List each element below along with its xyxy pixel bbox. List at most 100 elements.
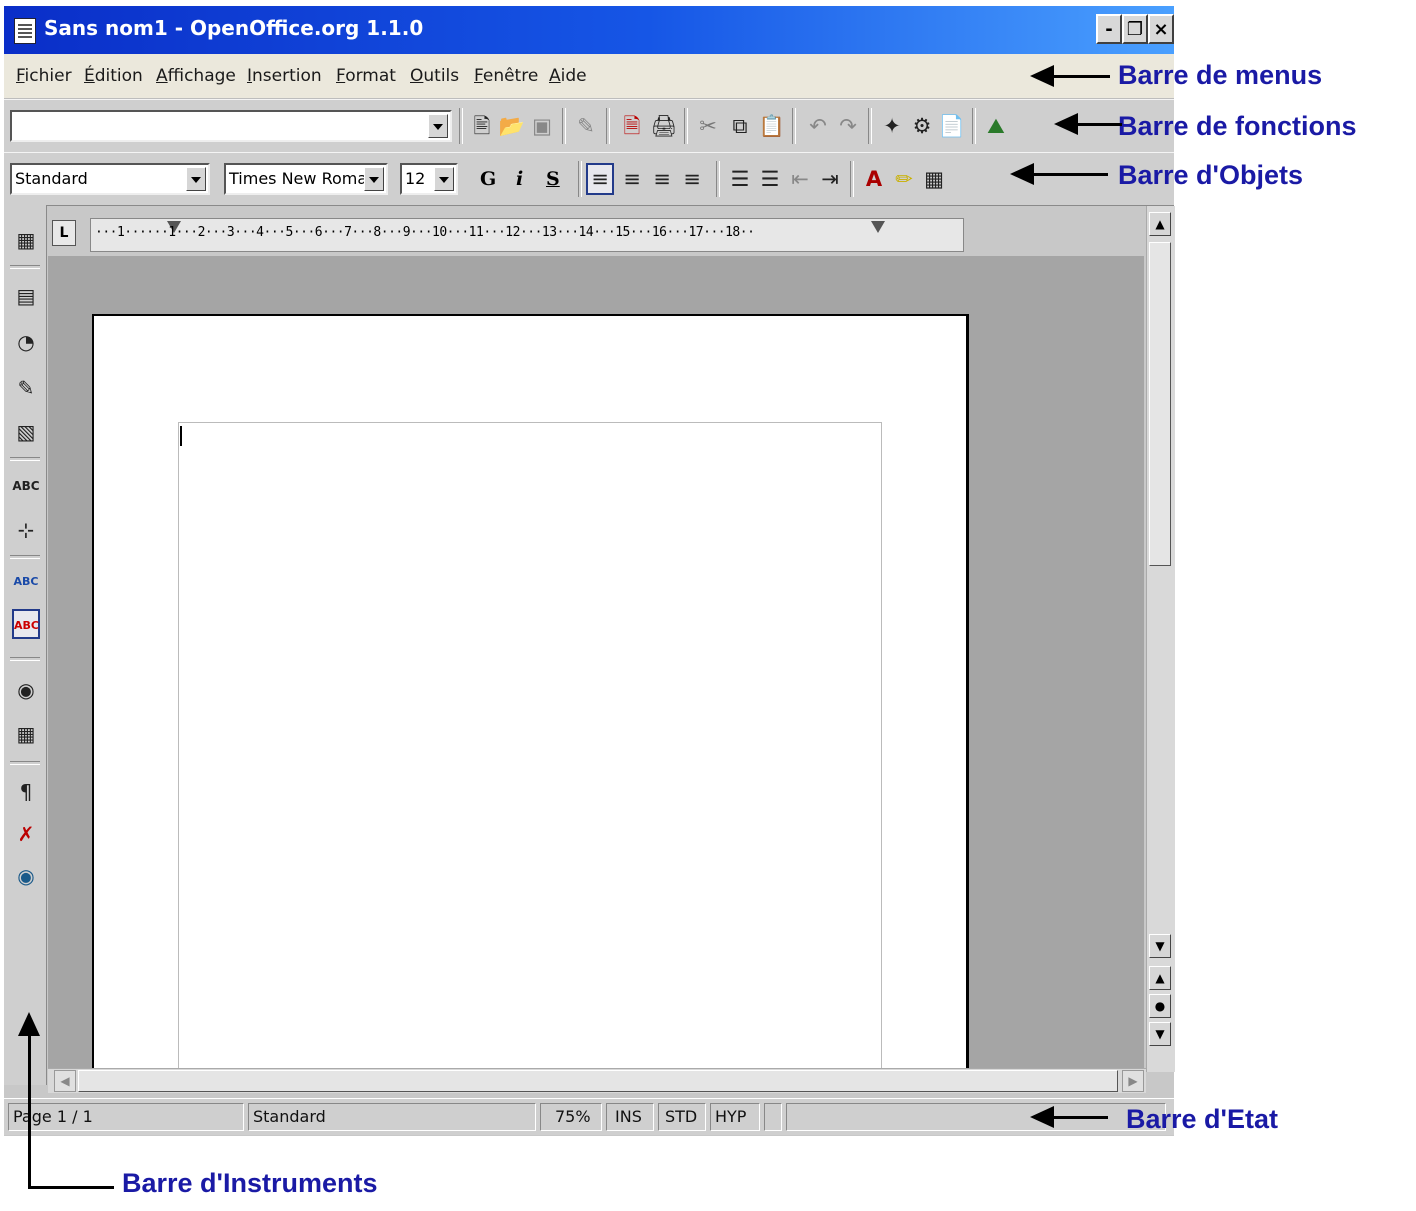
undo-icon[interactable]: ↶ [804,112,832,140]
align-right-icon[interactable]: ≡ [648,165,676,193]
modified-status [764,1103,782,1131]
chevron-down-icon[interactable] [364,167,384,191]
stylist-icon[interactable]: ⚙ [908,112,936,140]
justify-icon[interactable]: ≡ [678,165,706,193]
chevron-down-icon[interactable] [434,167,454,191]
arrow-up-icon [18,1012,40,1036]
horizontal-scroll-thumb[interactable] [78,1070,1118,1092]
insert-mode-status[interactable]: INS [606,1103,654,1131]
document-page[interactable] [92,314,969,1086]
tab-type-selector[interactable]: L [52,220,76,246]
edit-file-icon[interactable]: ✎ [572,112,600,140]
zoom-status[interactable]: 75% [540,1103,602,1131]
text-boundary[interactable] [178,422,882,1086]
toolbar-separator [562,108,566,144]
gallery-icon[interactable]: ⛰ [982,112,1010,140]
insert-chart-icon[interactable]: ◔ [12,327,40,357]
bullets-icon[interactable]: ☰ [756,165,784,193]
nonprinting-chars-icon[interactable]: ¶ [12,777,40,807]
arrow-icon [1030,1106,1054,1128]
info-status [786,1103,1166,1131]
spell-check-icon[interactable]: ABC [12,567,40,597]
bold-button[interactable]: G [480,165,496,193]
italic-button[interactable]: i [516,165,523,193]
arrow-line [28,1034,31,1188]
redo-icon[interactable]: ↷ [834,112,862,140]
cut-icon[interactable]: ✂ [694,112,722,140]
document-icon[interactable] [14,18,36,44]
menu-fenetre[interactable]: Fenêtre [474,66,538,86]
url-combobox[interactable] [10,110,452,142]
remove-formatting-icon[interactable]: ✗ [12,819,40,849]
next-page-button[interactable]: ▼ [1149,1022,1171,1046]
font-name-combobox[interactable]: Times New Roman [224,163,388,195]
right-indent-marker[interactable] [871,221,885,233]
menu-affichage[interactable]: Affichage [156,66,236,86]
horizontal-ruler[interactable]: ···1······1···2···3···4···5···6···7···8·… [90,218,964,252]
previous-page-button[interactable]: ▲ [1149,966,1171,990]
increase-indent-icon[interactable]: ⇥ [816,165,844,193]
auto-spell-icon[interactable]: ABC [12,609,40,639]
underline-button[interactable]: S [546,165,560,193]
data-table-icon[interactable]: ▦ [12,719,40,749]
vertical-scrollbar[interactable]: ▲ ▼ ▲ ● ▼ [1146,206,1175,1072]
arrow-line [1052,75,1110,78]
print-icon[interactable]: 🖨 [650,112,678,140]
menu-insertion[interactable]: Insertion [247,66,322,86]
text-autocorrect-icon[interactable]: ABC [12,471,40,501]
menu-fichier[interactable]: Fichier [16,66,72,86]
copy-icon[interactable]: ⧉ [726,112,754,140]
numbering-icon[interactable]: ☰ [726,165,754,193]
open-folder-icon[interactable]: 📂 [498,112,526,140]
chevron-down-icon[interactable] [186,167,206,191]
paste-icon[interactable]: 📋 [758,112,786,140]
draw-icon[interactable]: ✎ [12,373,40,403]
selection-mode-status[interactable]: STD [658,1103,706,1131]
menu-aide[interactable]: Aide [549,66,587,86]
minimize-button[interactable]: - [1096,14,1122,44]
find-binoculars-icon[interactable]: ◉ [12,675,40,705]
arrow-line [1052,1116,1108,1119]
horizontal-scrollbar[interactable]: ◀ ▶ [48,1068,1146,1093]
align-center-icon[interactable]: ≡ [618,165,646,193]
vertical-scroll-thumb[interactable] [1149,242,1171,566]
3d-object-icon[interactable]: ◉ [12,861,40,891]
text-cursor-icon[interactable]: ⊹ [12,515,40,545]
restore-button[interactable]: ❐ [1122,14,1148,44]
navigation-button[interactable]: ● [1149,994,1171,1018]
font-color-icon[interactable]: A [860,165,888,193]
paragraph-style-combobox[interactable]: Standard [10,163,210,195]
font-size-value: 12 [405,169,426,188]
decrease-indent-icon[interactable]: ⇤ [786,165,814,193]
toolbar-separator [10,457,40,461]
font-size-combobox[interactable]: 12 [400,163,458,195]
hyperlink-mode-status[interactable]: HYP [710,1103,760,1131]
scroll-left-button[interactable]: ◀ [54,1070,76,1092]
export-pdf-icon[interactable]: 🗎 [618,112,646,140]
close-button[interactable]: × [1148,14,1174,44]
scroll-right-button[interactable]: ▶ [1122,1070,1144,1092]
insert-table-icon[interactable]: ▦ [12,225,40,255]
arrow-icon [1054,113,1078,135]
title-bar[interactable]: Sans nom1 - OpenOffice.org 1.1.0 - ❐ × [4,6,1174,54]
arrow-line [1076,123,1122,126]
form-fields-icon[interactable]: ▧ [12,417,40,447]
navigator-icon[interactable]: ✦ [878,112,906,140]
scroll-up-button[interactable]: ▲ [1149,212,1171,236]
menu-edition[interactable]: Édition [84,66,143,86]
page-count-status[interactable]: Page 1 / 1 [8,1103,244,1131]
new-document-icon[interactable]: 🖹 [468,112,496,140]
background-color-icon[interactable]: ▦ [920,165,948,193]
align-left-icon[interactable]: ≡ [586,163,614,195]
arrow-line [1032,173,1108,176]
chevron-down-icon[interactable] [428,114,448,138]
toolbar-separator [868,108,872,144]
highlight-icon[interactable]: ✏ [890,165,918,193]
page-style-status[interactable]: Standard [248,1103,536,1131]
data-sources-icon[interactable]: 📄 [938,112,966,140]
save-disk-icon[interactable]: ▣ [528,112,556,140]
menu-format[interactable]: Format [336,66,396,86]
insert-frame-icon[interactable]: ▤ [12,281,40,311]
scroll-down-button[interactable]: ▼ [1149,934,1171,958]
menu-outils[interactable]: Outils [410,66,459,86]
